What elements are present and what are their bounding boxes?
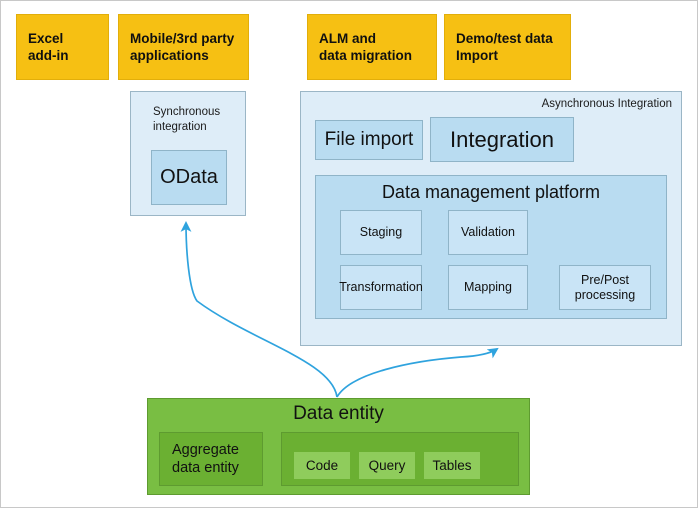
data-management-platform-title: Data management platform <box>381 182 601 202</box>
dmp-tile-label: Staging <box>359 225 403 239</box>
integration-tile[interactable]: Integration <box>430 117 574 162</box>
arrow-data-entity-to-async <box>336 347 499 398</box>
dmp-tile-transformation[interactable]: Transformation <box>339 265 423 310</box>
file-import-tile[interactable]: File import <box>315 120 423 160</box>
source-box-label: Mobile/3rd party applications <box>130 31 235 63</box>
data-entity-tile-tables[interactable]: Tables <box>423 451 481 480</box>
data-entity-tile-label: Tables <box>432 457 472 473</box>
dmp-tile-label: Mapping <box>464 280 512 294</box>
diagram-canvas: Excel add-in Mobile/3rd party applicatio… <box>0 0 698 508</box>
data-entity-tile-code[interactable]: Code <box>293 451 351 480</box>
source-box-alm-and-data-migration[interactable]: ALM and data migration <box>307 14 437 80</box>
dmp-tile-label: Validation <box>461 225 515 239</box>
data-entity-components-group: Code Query Tables <box>281 432 519 486</box>
dmp-tile-staging[interactable]: Staging <box>340 210 422 255</box>
integration-tile-label: Integration <box>450 126 554 152</box>
data-entity-panel: Data entity Aggregate data entity Code Q… <box>147 398 530 495</box>
data-entity-title: Data entity <box>293 403 384 424</box>
synchronous-integration-title: Synchronous integration <box>153 106 221 133</box>
asynchronous-integration-title: Asynchronous Integration <box>541 98 672 110</box>
dmp-tile-pre-post-processing[interactable]: Pre/Post processing <box>559 265 651 310</box>
source-box-label: ALM and data migration <box>319 31 413 63</box>
data-entity-tile-label: Code <box>305 457 339 473</box>
data-entity-tile-query[interactable]: Query <box>358 451 416 480</box>
odata-tile-label: OData <box>160 166 218 188</box>
source-box-demo-test-data-import[interactable]: Demo/test data Import <box>444 14 571 80</box>
asynchronous-integration-panel: Asynchronous Integration File import Int… <box>300 91 682 346</box>
source-box-mobile-3rd-party-applications[interactable]: Mobile/3rd party applications <box>118 14 249 80</box>
source-box-label: Demo/test data Import <box>456 31 553 63</box>
file-import-tile-label: File import <box>324 129 414 150</box>
dmp-tile-validation[interactable]: Validation <box>448 210 528 255</box>
source-box-excel-add-in[interactable]: Excel add-in <box>16 14 109 80</box>
data-management-platform-panel: Data management platform Staging Validat… <box>315 175 667 319</box>
synchronous-integration-panel: Synchronous integration OData <box>130 91 246 216</box>
source-box-label: Excel add-in <box>28 31 69 63</box>
aggregate-data-entity-tile[interactable]: Aggregate data entity <box>159 432 263 486</box>
dmp-tile-mapping[interactable]: Mapping <box>448 265 528 310</box>
data-entity-tile-label: Query <box>368 457 406 473</box>
dmp-tile-label: Transformation <box>339 280 423 294</box>
aggregate-data-entity-label: Aggregate data entity <box>172 442 239 476</box>
dmp-tile-label: Pre/Post processing <box>574 272 636 302</box>
odata-tile[interactable]: OData <box>151 150 227 205</box>
